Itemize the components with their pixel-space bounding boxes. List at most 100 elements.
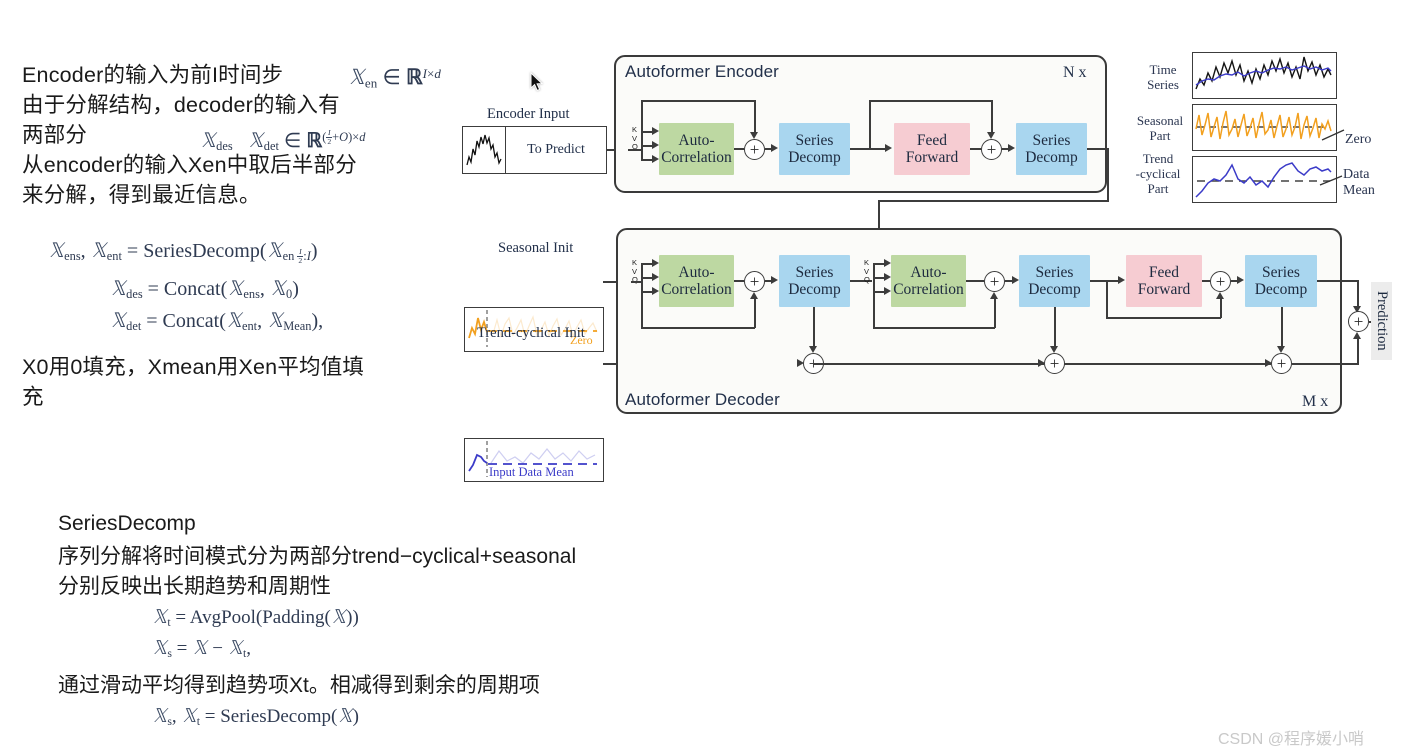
wire-dec-sd2-trend-down (1054, 307, 1056, 349)
block-label-bottom: Decomp (1254, 281, 1308, 298)
wire-enc-res1-down (754, 100, 756, 134)
encoder-input-sparkline (463, 127, 506, 173)
wire-enc-v (641, 145, 652, 147)
block-label-top: Feed (1148, 264, 1180, 281)
decoder-kvq-labels-2: K V Q (864, 258, 870, 285)
arrow-dec-v2 (884, 273, 891, 281)
legend-line: Series (1147, 77, 1179, 92)
decoder-plus-1: + (744, 271, 765, 292)
wire-dec-seasonal-down (1357, 280, 1359, 309)
arrow-enc-res1 (750, 132, 758, 139)
encoder-block-auto-correlation: Auto- Correlation (659, 123, 734, 175)
arrow-dec-res3 (1216, 292, 1224, 299)
equation-xs-minus: 𝕏s = 𝕏 − 𝕏t, (152, 638, 251, 660)
encoder-block-series-decomp-2: Series Decomp (1016, 123, 1087, 175)
note-line: X0用0填充，Xmean用Xen平均值填 (22, 355, 365, 379)
equation-xdet: 𝕏det = Concat(𝕏ent, 𝕏Mean), (110, 310, 324, 334)
wire-dec-ac1-to-plus (734, 280, 744, 282)
block-label-bottom: Correlation (661, 149, 732, 166)
encoder-input-label: To Predict (527, 142, 585, 157)
decoder-title: Autoformer Decoder (625, 390, 780, 409)
wire-dec-sd2-to-ff (1090, 280, 1120, 282)
wire-trend-rail-2 (1064, 363, 1271, 365)
arrow-enc-q (652, 155, 659, 163)
wire-dec-in-bus1 (631, 281, 641, 283)
equation-seriesdecomp: 𝕏s, 𝕏t = SeriesDecomp(𝕏) (152, 706, 359, 728)
plus-symbol: + (1049, 354, 1060, 373)
arrow-dec-plus1-to-sd (771, 276, 778, 284)
arrow-dec-sd1-trend (809, 346, 817, 353)
encoder-plus-1: + (744, 139, 765, 160)
arrow-plus1-to-sd1 (771, 144, 778, 152)
block-label-bottom: Decomp (788, 281, 841, 298)
arrow-dec-plus2-to-sd2 (1012, 276, 1019, 284)
wire-dec-v1 (641, 277, 652, 279)
arrow-plus2-to-sd2 (1008, 144, 1015, 152)
legend-label-seasonal-part: Seasonal Part (1131, 113, 1189, 143)
kvq-q: Q (864, 275, 870, 284)
decoder-trend-accum-3: + (1271, 353, 1292, 374)
block-label-bottom: Correlation (661, 281, 732, 298)
top-notes-closing: X0用0填充，Xmean用Xen平均值填 充 (22, 352, 364, 412)
block-label-bottom: Forward (905, 149, 959, 166)
legend-side-zero: Zero (1345, 132, 1372, 147)
seasonal-init-caption: Seasonal Init (498, 240, 574, 256)
legend-line: Part (1147, 181, 1169, 196)
arrow-dec-sd2-trend (1050, 346, 1058, 353)
wire-enc-k (641, 131, 652, 133)
arrow-dec-res2 (990, 292, 998, 299)
wire-dec-ac2-to-plus (966, 280, 984, 282)
legend-leader-data-mean (1318, 173, 1344, 194)
trend-cyclical-init-box: Input Data Mean (464, 438, 604, 482)
wire-enc-ac-to-plus1 (734, 148, 744, 150)
legend-side-data-mean: Data Mean (1343, 167, 1375, 199)
arrow-enc-v (652, 141, 659, 149)
block-label-top: Series (1035, 264, 1074, 281)
decoder-block-series-decomp-1: Series Decomp (779, 255, 850, 307)
legend-line: Time (1149, 62, 1177, 77)
arrow-enc-res2 (987, 132, 995, 139)
wire-ff-to-plus2 (970, 148, 981, 150)
encoder-block-feed-forward: Feed Forward (894, 123, 970, 175)
wire-dec-seasonal-out (1317, 280, 1359, 282)
encoder-block-series-decomp-1: Series Decomp (779, 123, 850, 175)
wire-enc-out-down (1107, 148, 1109, 201)
wire-enc-q (641, 159, 652, 161)
legend-side-line: Mean (1343, 183, 1375, 198)
decoder-trend-accum-2: + (1044, 353, 1065, 374)
prediction-label: Prediction (1371, 282, 1392, 360)
legend-line: Trend (1142, 151, 1174, 166)
plus-symbol: + (1215, 272, 1226, 291)
legend-chart-trend-part (1192, 156, 1337, 203)
decoder-block-feed-forward: Feed Forward (1126, 255, 1202, 307)
encoder-title: Autoformer Encoder (625, 62, 779, 81)
block-label-bottom: Correlation (893, 281, 964, 298)
wire-enc-out (1087, 148, 1109, 150)
wire-dec-res2-down (873, 291, 875, 328)
arrow-dec-q1 (652, 287, 659, 295)
wire-enc-input-bus (628, 149, 641, 151)
wire-dec-res1-down (641, 281, 643, 328)
decoder-block-auto-correlation-1: Auto- Correlation (659, 255, 734, 307)
legend-chart-seasonal-part (1192, 104, 1337, 151)
legend-line: Seasonal (1136, 113, 1184, 128)
block-label-top: Series (795, 132, 834, 149)
plus-symbol: + (749, 272, 760, 291)
note-line: 分别反映出长期趋势和周期性 (58, 575, 331, 598)
legend-chart-time-series (1192, 52, 1337, 99)
wire-enc-out-left (878, 200, 1109, 202)
plus-symbol: + (749, 140, 760, 159)
wire-dec-res1-up (754, 297, 756, 328)
decoder-block-series-decomp-2: Series Decomp (1019, 255, 1090, 307)
note-line: 从encoder的输入Xen中取后半部分 (22, 153, 357, 177)
note-line: 由于分解结构，decoder的输入有 (22, 93, 340, 117)
arrow-enc-k (652, 127, 659, 135)
wire-dec-res2-up (994, 297, 996, 328)
wire-dec-res3-down (1106, 280, 1108, 318)
trend-input-data-mean-label: Input Data Mean (489, 465, 574, 479)
equation-xt-avgpool: 𝕏t = AvgPool(Padding(𝕏)) (152, 607, 359, 629)
encoder-input-box: To Predict (462, 126, 607, 174)
decoder-repeat-label: M x (1302, 393, 1329, 410)
block-label-bottom: Forward (1137, 281, 1191, 298)
encoder-repeat-label: N x (1063, 64, 1087, 81)
